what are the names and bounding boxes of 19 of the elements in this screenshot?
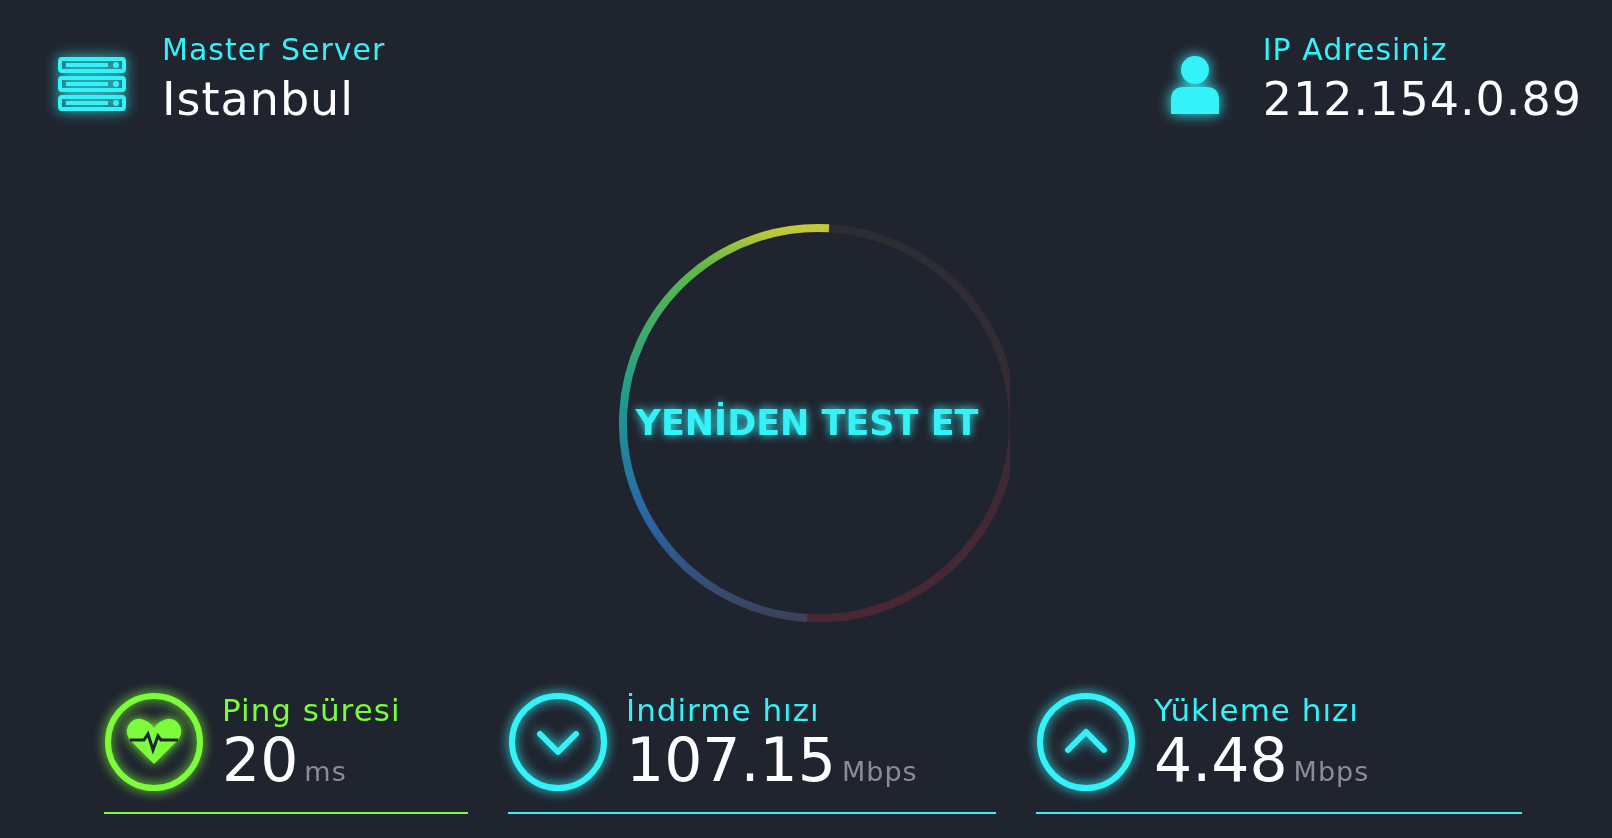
stat-label: Ping süresi [222, 692, 401, 728]
stat-unit: Mbps [1293, 756, 1370, 787]
server-label: Master Server [162, 31, 386, 69]
ip-address: 212.154.0.89 [1262, 71, 1582, 128]
stat-unit: ms [304, 756, 347, 787]
retest-button[interactable]: YENİDEN TEST ET [627, 399, 987, 447]
stat-value: 20 [222, 728, 299, 792]
heart-pulse-icon [104, 692, 204, 792]
server-city: Istanbul [162, 71, 356, 128]
server-icon [58, 57, 126, 111]
ip-label: IP Adresiniz [1262, 31, 1449, 69]
stat-label: Yükleme hızı [1154, 692, 1360, 728]
user-icon [1170, 56, 1219, 114]
chevron-down-icon [508, 692, 608, 792]
stat-label: İndirme hızı [626, 692, 821, 728]
stat-value: 4.48 [1154, 728, 1288, 792]
stat-unit: Mbps [841, 756, 918, 787]
chevron-up-icon [1036, 692, 1136, 792]
stat-value: 107.15 [626, 728, 836, 792]
